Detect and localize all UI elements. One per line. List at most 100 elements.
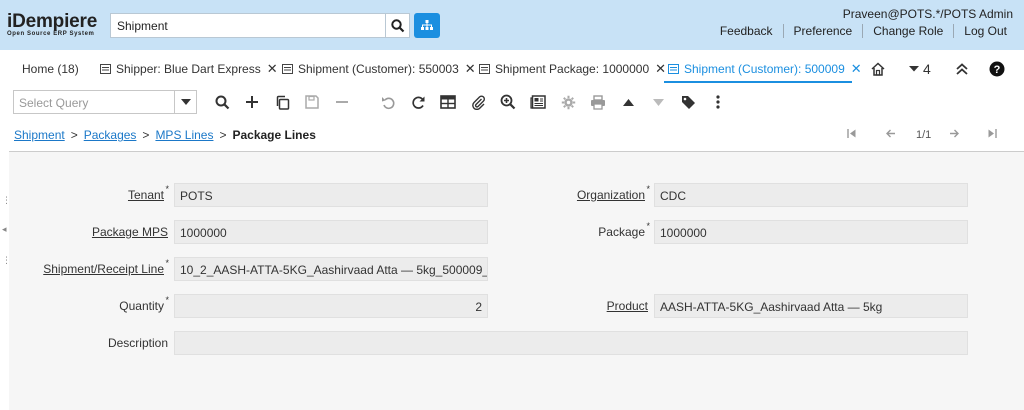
query-dropdown-button[interactable] — [174, 91, 196, 113]
svg-text:?: ? — [994, 64, 1001, 76]
description-field[interactable] — [174, 331, 968, 355]
app-header: iDempiere Open Source ERP System Shipmen… — [0, 0, 1024, 50]
logout-link[interactable]: Log Out — [954, 24, 1007, 38]
organization-label-text: Organization — [576, 188, 645, 202]
copy-record-button[interactable] — [272, 92, 292, 112]
product-label[interactable]: Product — [607, 299, 648, 313]
package-field[interactable]: 1000000 — [654, 220, 968, 244]
query-placeholder: Select Query — [19, 96, 89, 110]
find-button[interactable] — [212, 92, 232, 112]
detail-record-button[interactable] — [648, 92, 668, 112]
shipment-line-label[interactable]: Shipment/Receipt Line * — [43, 258, 169, 276]
label-tag-button[interactable] — [678, 92, 698, 112]
record-form: Tenant * POTS Organization * CDC Package M… — [9, 152, 1024, 410]
help-icon: ? — [989, 61, 1005, 77]
global-search-input[interactable]: Shipment — [110, 13, 386, 38]
breadcrumb-link-packages[interactable]: Packages — [84, 128, 137, 142]
collapse-header-button[interactable] — [955, 58, 969, 80]
panel-collapse-handle[interactable]: ◂ — [2, 224, 7, 235]
zoom-in-icon — [500, 94, 516, 110]
gear-icon — [561, 95, 575, 109]
package-mps-label[interactable]: Package MPS — [92, 225, 168, 239]
tenant-label-text: Tenant — [127, 188, 164, 202]
breadcrumb-separator: > — [70, 128, 78, 142]
close-icon[interactable]: ✕ — [851, 61, 862, 77]
window-list-dropdown[interactable]: 4 — [908, 58, 931, 80]
logo-tagline: Open Source ERP System — [7, 31, 95, 37]
product-field[interactable]: AASH-ATTA-5KG_Aashirvaad Atta — 5kg — [654, 294, 968, 318]
report-icon — [530, 95, 546, 109]
close-icon[interactable]: ✕ — [267, 61, 278, 77]
tab-label: Home (18) — [22, 62, 79, 76]
window-icon — [282, 64, 293, 74]
previous-record-button[interactable] — [886, 129, 896, 138]
attachment-button[interactable] — [468, 92, 488, 112]
tab-label: Shipment (Customer): 550003 — [298, 62, 459, 76]
tab-shipment-package[interactable]: Shipment Package: 1000000 ✕ — [479, 58, 666, 80]
breadcrumb-separator: > — [219, 128, 227, 142]
print-button[interactable] — [588, 92, 608, 112]
change-role-link[interactable]: Change Role — [863, 24, 955, 38]
organization-field[interactable]: CDC — [654, 183, 968, 207]
quantity-label: Quantity * — [119, 295, 169, 313]
required-marker: * — [165, 295, 169, 305]
save-icon — [305, 95, 319, 109]
refresh-button[interactable] — [408, 92, 428, 112]
grid-toggle-button[interactable] — [438, 92, 458, 112]
tab-home[interactable]: Home (18) — [22, 58, 79, 80]
last-page-icon — [988, 129, 997, 138]
tab-label: Shipment Package: 1000000 — [495, 62, 650, 76]
home-button[interactable] — [870, 58, 886, 80]
feedback-link[interactable]: Feedback — [710, 24, 784, 38]
undo-button[interactable] — [378, 92, 398, 112]
tab-shipment-550003[interactable]: Shipment (Customer): 550003 ✕ — [282, 58, 476, 80]
package-mps-field[interactable]: 1000000 — [174, 220, 488, 244]
caret-down-icon — [909, 66, 919, 72]
quantity-field[interactable]: 2 — [174, 294, 488, 318]
required-marker: * — [646, 184, 650, 194]
tenant-field[interactable]: POTS — [174, 183, 488, 207]
save-button[interactable] — [302, 92, 322, 112]
minus-icon — [336, 101, 348, 103]
tab-shipment-500009[interactable]: Shipment (Customer): 500009 ✕ — [668, 58, 862, 80]
tab-shipper[interactable]: Shipper: Blue Dart Express ✕ — [100, 58, 278, 80]
app-logo[interactable]: iDempiere Open Source ERP System — [7, 12, 97, 38]
report-button[interactable] — [528, 92, 548, 112]
menu-tree-button[interactable] — [414, 13, 440, 38]
process-button[interactable] — [558, 92, 578, 112]
breadcrumb-link-mps-lines[interactable]: MPS Lines — [155, 128, 213, 142]
caret-up-icon — [622, 98, 634, 106]
package-label-text: Package — [598, 225, 645, 239]
preference-link[interactable]: Preference — [784, 24, 864, 38]
copy-icon — [276, 95, 289, 110]
required-marker: * — [646, 221, 650, 231]
required-marker: * — [165, 258, 169, 268]
next-record-button[interactable] — [949, 129, 959, 138]
search-icon — [215, 95, 229, 109]
close-icon[interactable]: ✕ — [465, 61, 476, 77]
organization-label[interactable]: Organization * — [576, 184, 650, 202]
breadcrumb-link-shipment[interactable]: Shipment — [14, 128, 65, 142]
first-record-button[interactable] — [847, 129, 856, 138]
table-icon — [440, 95, 456, 109]
query-select[interactable]: Select Query — [13, 90, 197, 114]
first-page-icon — [847, 129, 856, 138]
more-options-button[interactable] — [708, 92, 728, 112]
window-icon — [668, 64, 679, 74]
close-icon[interactable]: ✕ — [655, 61, 666, 77]
package-label: Package * — [598, 221, 650, 239]
caret-down-icon — [652, 98, 664, 106]
user-role-label[interactable]: Praveen@POTS.*/POTS Admin — [843, 7, 1013, 21]
shipment-line-field[interactable]: 10_2_AASH-ATTA-5KG_Aashirvaad Atta — 5kg… — [174, 257, 488, 281]
last-record-button[interactable] — [988, 129, 997, 138]
help-button[interactable]: ? — [989, 58, 1005, 80]
parent-record-button[interactable] — [618, 92, 638, 112]
new-record-button[interactable] — [242, 92, 262, 112]
tenant-label[interactable]: Tenant * — [127, 184, 169, 202]
arrow-right-icon — [950, 129, 959, 138]
delete-button[interactable] — [332, 92, 352, 112]
zoom-across-button[interactable] — [498, 92, 518, 112]
search-button[interactable] — [386, 13, 410, 38]
record-toolbar: Select Query — [0, 84, 1024, 120]
record-position: 1/1 — [916, 129, 932, 141]
